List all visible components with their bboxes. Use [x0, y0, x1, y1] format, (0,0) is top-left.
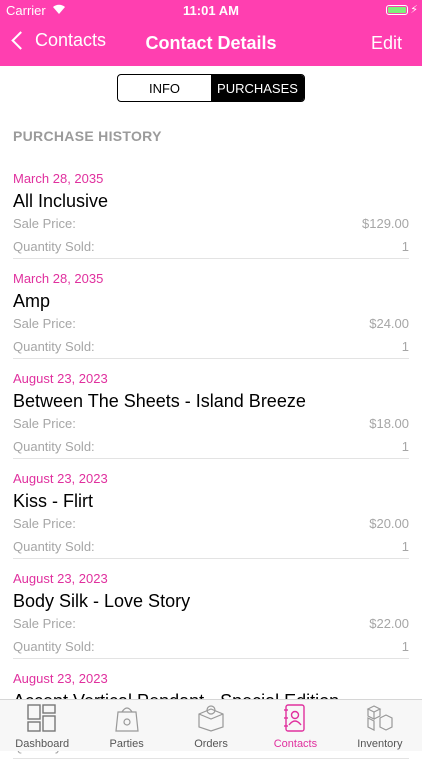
- purchase-list: March 28, 2035 All Inclusive Sale Price: $1…: [0, 165, 422, 765]
- sale-price-value: $24.00: [369, 316, 409, 331]
- quantity-value: 1: [401, 639, 409, 654]
- inventory-icon: [365, 700, 395, 737]
- segment-purchases[interactable]: PURCHASES: [211, 75, 304, 101]
- sale-price-value: $22.00: [369, 616, 409, 631]
- product-name: Amp: [13, 291, 51, 311]
- sale-price-label: Sale Price:: [13, 416, 76, 431]
- quantity-label: Quantity Sold:: [13, 639, 95, 654]
- purchase-date: August 23, 2023: [13, 371, 108, 386]
- tab-label: Dashboard: [15, 738, 70, 750]
- sale-price-value: $18.00: [369, 416, 409, 431]
- divider: [13, 758, 409, 759]
- battery-icon: [386, 5, 408, 15]
- charging-icon: ⚡: [410, 4, 418, 16]
- segmented-control: INFO PURCHASES: [117, 74, 305, 102]
- orders-icon: [196, 700, 226, 737]
- quantity-value: 1: [401, 539, 409, 554]
- sale-price-value: $129.00: [362, 216, 409, 231]
- quantity-label: Quantity Sold:: [13, 339, 95, 354]
- quantity-value: 1: [401, 439, 409, 454]
- quantity-value: 1: [401, 339, 409, 354]
- divider: [13, 658, 409, 659]
- sale-price-label: Sale Price:: [13, 316, 76, 331]
- parties-icon: [112, 700, 142, 737]
- purchase-date: August 23, 2023: [13, 571, 108, 586]
- segment-info[interactable]: INFO: [118, 75, 211, 101]
- purchase-date: August 23, 2023: [13, 471, 108, 486]
- list-item[interactable]: August 23, 2023 Between The Sheets - Isla…: [0, 365, 422, 465]
- clock: 11:01 AM: [183, 3, 239, 18]
- divider: [13, 358, 409, 359]
- chevron-left-icon: [11, 31, 30, 50]
- sale-price-label: Sale Price:: [13, 616, 76, 631]
- quantity-value: 1: [401, 239, 409, 254]
- product-name: Kiss - Flirt: [13, 491, 93, 511]
- contacts-icon: [280, 700, 310, 737]
- divider: [13, 458, 409, 459]
- tab-label: Inventory: [357, 738, 403, 750]
- tab-orders[interactable]: Orders: [169, 700, 253, 751]
- tab-label: Orders: [194, 738, 228, 750]
- tab-inventory[interactable]: Inventory: [338, 700, 422, 751]
- tab-bar: Dashboard Parties Orders Contacts Inventory: [0, 699, 422, 751]
- section-header: PURCHASE HISTORY: [13, 128, 162, 144]
- product-name: All Inclusive: [13, 191, 109, 211]
- divider: [13, 258, 409, 259]
- purchase-date: March 28, 2035: [13, 271, 104, 286]
- tab-label: Contacts: [273, 738, 318, 750]
- product-name: Between The Sheets - Island Breeze: [13, 391, 306, 411]
- list-item[interactable]: March 28, 2035 All Inclusive Sale Price: $1…: [0, 165, 422, 265]
- sale-price-label: Sale Price:: [13, 516, 76, 531]
- back-button-label: Contacts: [35, 30, 107, 50]
- tab-dashboard[interactable]: Dashboard: [0, 700, 84, 751]
- dashboard-icon: [27, 700, 57, 737]
- list-item[interactable]: March 28, 2035 Amp Sale Price: $24.00 Quanti…: [0, 265, 422, 365]
- back-button[interactable]: Contacts: [10, 30, 106, 51]
- sale-price-label: Sale Price:: [13, 216, 76, 231]
- tab-contacts[interactable]: Contacts: [253, 700, 337, 751]
- purchase-date: March 28, 2035: [13, 171, 104, 186]
- navigation-bar: Contacts Contact Details Edit: [0, 22, 422, 66]
- status-bar: Carrier 11:01 AM ⚡: [0, 0, 422, 22]
- sale-price-value: $20.00: [369, 516, 409, 531]
- list-item[interactable]: August 23, 2023 Kiss - Flirt Sale Price: $2…: [0, 465, 422, 565]
- purchase-date: August 23, 2023: [13, 671, 108, 686]
- list-item[interactable]: August 23, 2023 Body Silk - Love Story Sal…: [0, 565, 422, 665]
- tab-parties[interactable]: Parties: [84, 700, 168, 751]
- edit-button[interactable]: Edit: [371, 33, 402, 54]
- quantity-label: Quantity Sold:: [13, 539, 95, 554]
- divider: [13, 558, 409, 559]
- quantity-label: Quantity Sold:: [13, 439, 95, 454]
- tab-label: Parties: [109, 738, 144, 750]
- quantity-label: Quantity Sold:: [13, 239, 95, 254]
- product-name: Body Silk - Love Story: [13, 591, 191, 611]
